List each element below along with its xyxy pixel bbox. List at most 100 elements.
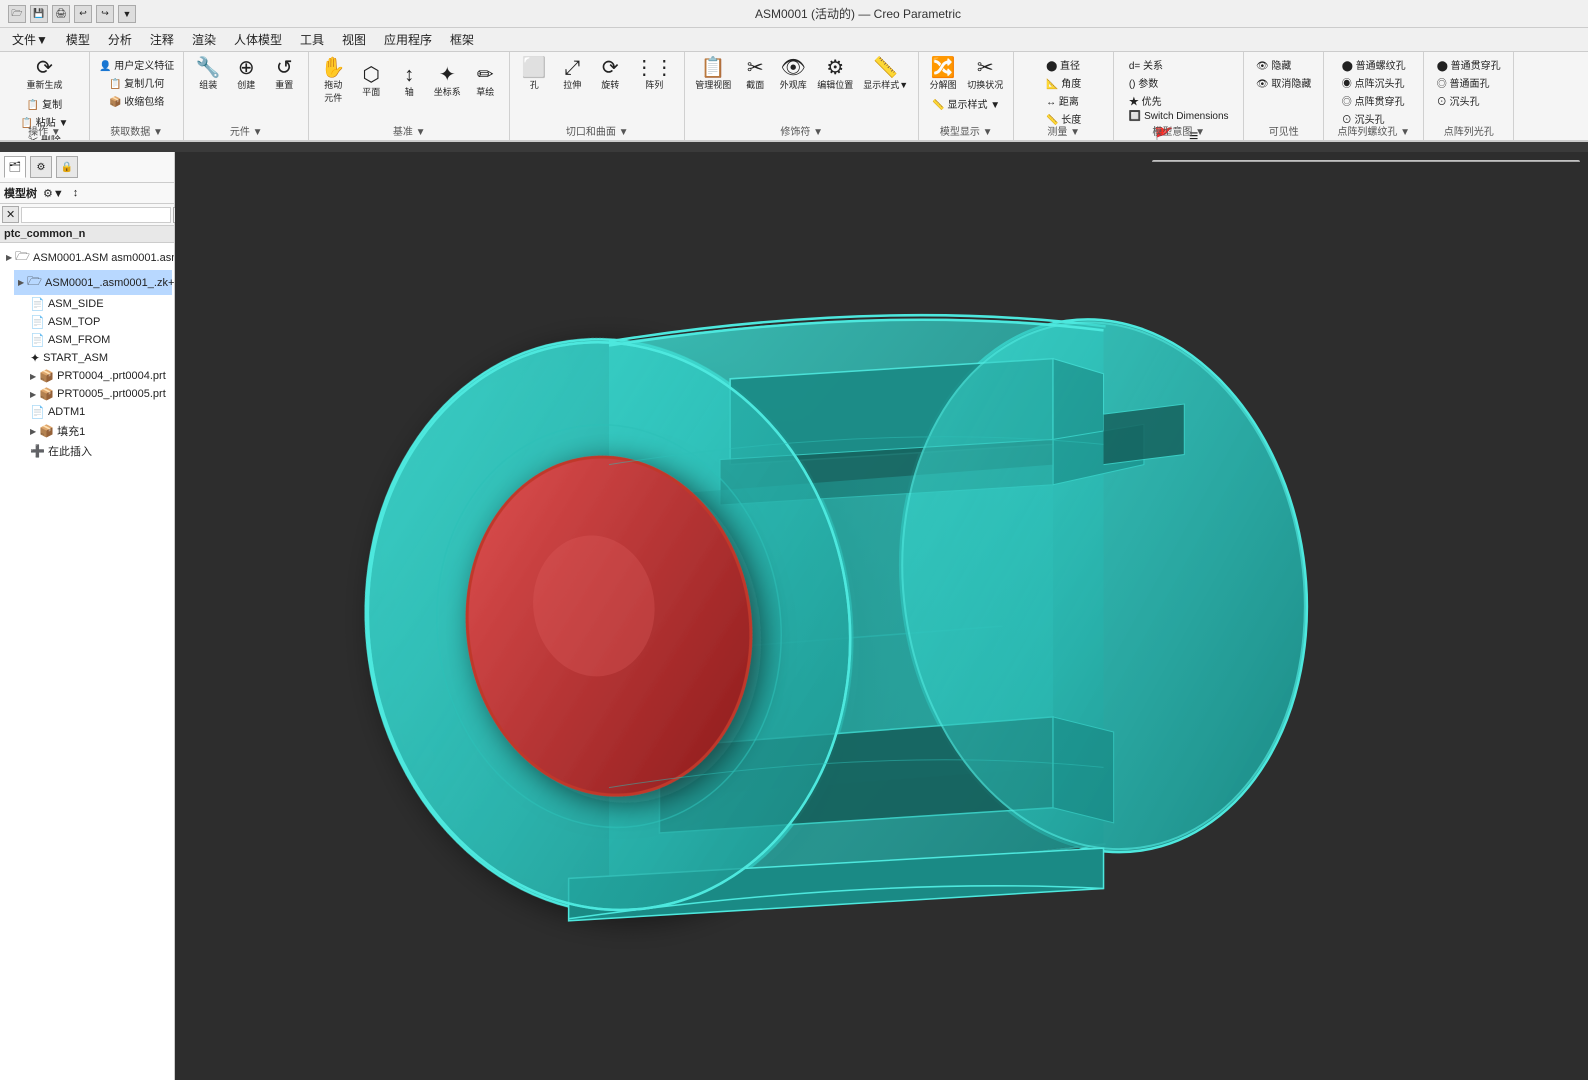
unhide-button[interactable]: 👁 取消隐藏: [1253, 74, 1314, 91]
tree-item-asm-side[interactable]: 📄 ASM_SIDE: [26, 295, 172, 313]
clipstate-button[interactable]: ✂ 切换状况: [963, 56, 1007, 93]
relation-button[interactable]: d= 关系: [1126, 56, 1166, 73]
tree-item-prt0005[interactable]: ▶ 📦 PRT0005_.prt0005.prt: [26, 385, 172, 403]
hide-button[interactable]: 👁 隐藏: [1253, 56, 1294, 73]
viewport[interactable]: 🔍 🔎 ⬜ 🔄 🌐 ✋ ⬡ ◧ 🔲 ⬡ ↕ ➕ ✦ ⊕ ⚙ 📏 ↔: [175, 152, 1588, 1080]
tree-item-start-asm[interactable]: ✦ START_ASM: [26, 349, 172, 367]
tree-settings-button[interactable]: ⚙▼: [40, 186, 67, 201]
tree-icon-fill1: 📦: [39, 424, 54, 438]
save-icon-btn[interactable]: 💾: [30, 5, 48, 23]
menu-render[interactable]: 渲染: [184, 29, 224, 50]
extrude-icon: ⤢: [564, 58, 580, 78]
manview-button[interactable]: 📋 管理视图: [691, 56, 735, 93]
ribbon-group-cutsurf: ⬜ 孔 ⤢ 拉伸 ⟳ 旋转 ⋮⋮ 阵列 切口和曲面 ▼: [510, 52, 685, 140]
tab-modeltree[interactable]: 🗂: [4, 156, 26, 178]
menu-apps[interactable]: 应用程序: [376, 29, 440, 50]
move-button[interactable]: ✋ 拖动元件: [315, 56, 351, 106]
angle-button[interactable]: 📐 角度: [1043, 74, 1084, 91]
copy-geom-button[interactable]: 📋 复制几何: [106, 74, 167, 91]
menu-framework[interactable]: 框架: [442, 29, 482, 50]
revolve-button[interactable]: ⟳ 旋转: [592, 56, 628, 93]
tree-expand-asm0001-sub[interactable]: ▶: [18, 278, 24, 287]
display-mode-button[interactable]: 📏 显示样式 ▼: [929, 95, 1003, 112]
displaystyle-icon: 📏: [873, 58, 898, 78]
tab-settings[interactable]: ⚙: [30, 156, 52, 178]
extrude-button[interactable]: ⤢ 拉伸: [554, 56, 590, 93]
tree-icon-adtm1: 📄: [30, 405, 45, 419]
explode-button[interactable]: 🔀 分解图: [925, 56, 961, 93]
tree-expand-asm0001[interactable]: ▶: [6, 253, 12, 262]
user-feature-button[interactable]: 👤 用户定义特征: [96, 56, 177, 73]
coord-button[interactable]: ✦ 坐标系: [429, 63, 465, 100]
ribbon: ⟳ 重新生成 📋 复制 📋 粘贴 ▼ ✂ 删除 📦 收缩包络 操作 ▼ 👤 用户…: [0, 52, 1588, 142]
countersunk2-button[interactable]: ⊙ 沉头孔: [1434, 92, 1483, 109]
tree-expand-prt0004[interactable]: ▶: [30, 372, 36, 381]
menu-file[interactable]: 文件▼: [4, 29, 56, 50]
app-icon[interactable]: 🗁: [8, 5, 26, 23]
quick-access-btn[interactable]: ▼: [118, 5, 136, 23]
switch-dims-button[interactable]: 🔲 Switch Dimensions: [1126, 110, 1232, 123]
tree-item-asm0001[interactable]: ▶ 🗁 ASM0001.ASM asm0001.asm: [2, 245, 172, 270]
menu-annotate[interactable]: 注释: [142, 29, 182, 50]
copy-button[interactable]: 📋 复制: [24, 95, 65, 112]
sketch-button[interactable]: ✏ 草绘: [467, 63, 503, 100]
array-button[interactable]: ⋮⋮ 阵列: [630, 56, 678, 93]
tree-sort-button[interactable]: ↕: [70, 186, 82, 200]
repeat-button[interactable]: ↺ 重置: [266, 56, 302, 93]
tree-item-asm0001-sub[interactable]: ▶ 🗁 ASM0001_.asm0001_.zk+1000: [14, 270, 172, 295]
tree-search: ✕ ▼ ➕: [0, 204, 174, 226]
regenerate-button[interactable]: ⟳ 重新生成: [22, 56, 66, 93]
menu-tools[interactable]: 工具: [292, 29, 332, 50]
tree-item-insert-here[interactable]: ➕ 在此插入: [26, 441, 172, 461]
menu-model[interactable]: 模型: [58, 29, 98, 50]
tree-expand-fill1[interactable]: ▶: [30, 427, 36, 436]
appearance-button[interactable]: 👁 外观库: [775, 56, 811, 93]
tree-expand-prt0005[interactable]: ▶: [30, 390, 36, 399]
tree-label-prt0005: PRT0005_.prt0005.prt: [57, 388, 166, 400]
shrink2-button[interactable]: 📦 收缩包络: [106, 92, 167, 109]
assemble-button[interactable]: 🔧 组装: [190, 56, 226, 93]
tab-lock[interactable]: 🔒: [56, 156, 78, 178]
distance-button[interactable]: ↔ 距离: [1043, 92, 1082, 109]
undo-icon-btn[interactable]: ↩: [74, 5, 92, 23]
editpos-button[interactable]: ⚙ 编辑位置: [813, 56, 857, 93]
datum-label: 基准 ▼: [393, 123, 426, 138]
thru-button[interactable]: ◎ 点阵贯穿孔: [1339, 92, 1408, 109]
tree-item-fill1[interactable]: ▶ 📦 填充1: [26, 421, 172, 441]
menu-view[interactable]: 视图: [334, 29, 374, 50]
normal-surface-button[interactable]: ◎ 普通面孔: [1434, 74, 1493, 91]
print-icon-btn[interactable]: 🖨: [52, 5, 70, 23]
tree-header: ptc_common_n: [0, 226, 174, 243]
side-toolbar: 模型树 ⚙▼ ↕: [0, 183, 174, 204]
tree-item-adtm1[interactable]: 📄 ADTM1: [26, 403, 172, 421]
axis-icon: ↕: [404, 65, 414, 85]
redo-icon-btn[interactable]: ↪: [96, 5, 114, 23]
measure-label: 测量 ▼: [1047, 123, 1080, 138]
displaystyle-button[interactable]: 📏 显示样式▼: [859, 56, 912, 93]
tree-item-asm-top[interactable]: 📄 ASM_TOP: [26, 313, 172, 331]
manview-icon: 📋: [701, 58, 726, 78]
menu-analyze[interactable]: 分析: [100, 29, 140, 50]
normal-thread-button[interactable]: ⬤ 普通螺纹孔: [1339, 56, 1409, 73]
section-button[interactable]: ✂ 截面: [737, 56, 773, 93]
tree-item-prt0004[interactable]: ▶ 📦 PRT0004_.prt0004.prt: [26, 367, 172, 385]
create-button[interactable]: ⊕ 创建: [228, 56, 264, 93]
diameter-button[interactable]: ⬤ 直径: [1043, 56, 1083, 73]
search-input[interactable]: [21, 207, 171, 223]
array-icon: ⋮⋮: [634, 58, 674, 78]
search-close-btn[interactable]: ✕: [2, 206, 19, 223]
hole-button[interactable]: ⬜ 孔: [516, 56, 552, 93]
move-icon: ✋: [321, 58, 346, 78]
title-icons: 🗁 💾 🖨 ↩ ↪ ▼: [8, 5, 136, 23]
tree-item-asm-front[interactable]: 📄 ASM_FROM: [26, 331, 172, 349]
clipstate-icon: ✂: [977, 58, 994, 78]
menu-human[interactable]: 人体模型: [226, 29, 290, 50]
param-button[interactable]: () 参数: [1126, 74, 1161, 91]
countersunk-button[interactable]: ◉ 点阵沉头孔: [1339, 74, 1408, 91]
plane-button[interactable]: ⬡ 平面: [353, 63, 389, 100]
tree-label-asm-top: ASM_TOP: [48, 316, 100, 328]
prefer-button[interactable]: ★ 优先: [1126, 92, 1165, 109]
tree-icon-start-asm: ✦: [30, 351, 40, 365]
normal-thru-button[interactable]: ⬤ 普通贯穿孔: [1434, 56, 1504, 73]
axis-button[interactable]: ↕ 轴: [391, 63, 427, 100]
